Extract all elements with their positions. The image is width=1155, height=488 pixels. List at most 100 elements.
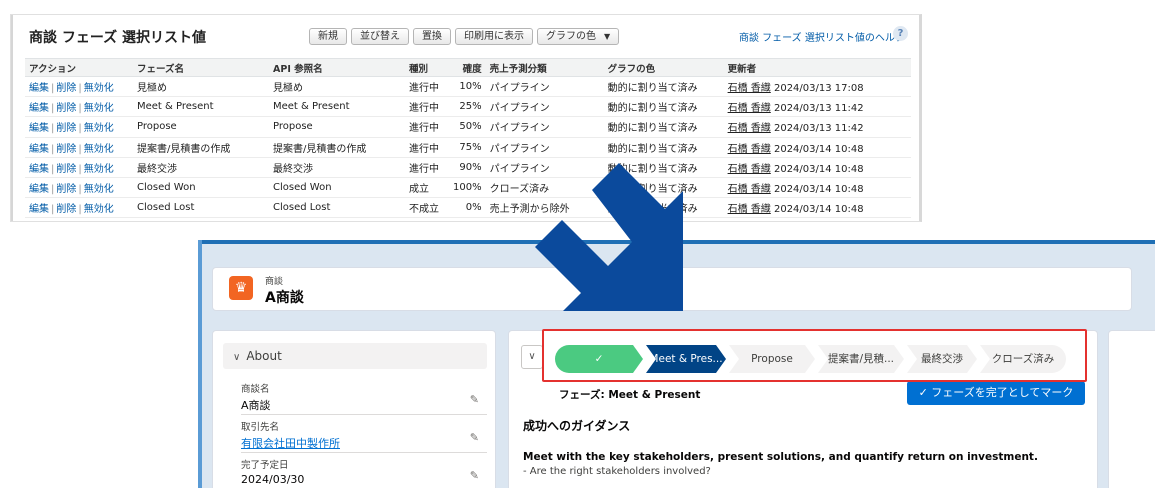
- deactivate-link[interactable]: 無効化: [84, 103, 114, 114]
- field-value: 2024/03/30: [241, 473, 305, 486]
- delete-link[interactable]: 削除: [56, 204, 76, 215]
- deactivate-link[interactable]: 無効化: [84, 83, 114, 94]
- table-row: 編集 | 削除 | 無効化 Closed Lost Closed Lost 不成立 0% 売上予測…: [25, 197, 911, 219]
- complete-button-label: フェーズを完了としてマーク: [931, 386, 1074, 399]
- field-opportunity-name: 商談名 A商談 ✎: [241, 379, 487, 415]
- forecast-cell: クローズ済み: [485, 177, 604, 199]
- modified-by-cell: 石橋 香織 2024/03/13 17:08: [723, 76, 911, 98]
- reorder-button[interactable]: 並び替え: [351, 28, 409, 45]
- details-card: ∨ About 商談名 A商談 ✎ 取引先名 有限会社田中製作所 ✎ 完了予定日 …: [212, 330, 496, 488]
- api-name-cell: Propose: [269, 116, 405, 138]
- type-cell: 進行中: [405, 157, 449, 178]
- action-separator: |: [78, 83, 82, 95]
- deactivate-link[interactable]: 無効化: [84, 164, 114, 175]
- user-link[interactable]: 石橋 香織: [728, 164, 771, 175]
- modified-date: 2024/03/14 10:48: [773, 143, 864, 155]
- col-modified-by: 更新者: [723, 58, 911, 77]
- chart-colors-label: グラフの色: [546, 31, 596, 42]
- probability-cell: 0%: [449, 197, 486, 219]
- type-cell: 不成立: [405, 197, 449, 219]
- row-actions: 編集 | 削除 | 無効化: [25, 197, 133, 219]
- edit-link[interactable]: 編集: [29, 184, 49, 195]
- account-link[interactable]: 有限会社田中製作所: [241, 435, 487, 451]
- delete-link[interactable]: 削除: [56, 144, 76, 155]
- new-button[interactable]: 新規: [309, 28, 347, 45]
- picklist-table-body: 編集 | 削除 | 無効化 見極め 見極め 進行中 10% パイプライン 動的に割り当て済み 石橋 香…: [25, 76, 911, 219]
- about-label: About: [246, 349, 282, 363]
- edit-link[interactable]: 編集: [29, 123, 49, 134]
- modified-by-cell: 石橋 香織 2024/03/13 11:42: [723, 116, 911, 138]
- user-link[interactable]: 石橋 香織: [728, 204, 771, 215]
- api-name-cell: Closed Won: [269, 177, 405, 199]
- modified-date: 2024/03/13 11:42: [773, 123, 864, 135]
- api-name-cell: Meet & Present: [269, 96, 405, 118]
- forecast-cell: パイプライン: [485, 76, 604, 98]
- chart-colors-dropdown[interactable]: グラフの色 ▼: [537, 28, 620, 45]
- probability-cell: 10%: [449, 76, 486, 98]
- api-name-cell: 最終交渉: [269, 157, 405, 178]
- delete-link[interactable]: 削除: [56, 103, 76, 114]
- modified-by-cell: 石橋 香織 2024/03/14 10:48: [723, 157, 911, 178]
- col-action: アクション: [25, 58, 133, 77]
- delete-link[interactable]: 削除: [56, 123, 76, 134]
- help-link[interactable]: 商談 フェーズ 選択リスト値のヘルプ: [739, 29, 905, 44]
- row-actions: 編集 | 削除 | 無効化: [25, 177, 133, 199]
- modified-by-cell: 石橋 香織 2024/03/14 10:48: [723, 197, 911, 219]
- chart-color-cell: 動的に割り当て済み: [603, 157, 724, 178]
- api-name-cell: 提案書/見積書の作成: [269, 137, 405, 158]
- api-name-cell: Closed Lost: [269, 197, 405, 219]
- replace-button[interactable]: 置換: [413, 28, 451, 45]
- printable-view-button[interactable]: 印刷用に表示: [455, 28, 533, 45]
- user-link[interactable]: 石橋 香織: [728, 144, 771, 155]
- action-separator: |: [78, 204, 82, 216]
- delete-link[interactable]: 削除: [56, 184, 76, 195]
- probability-cell: 25%: [449, 96, 486, 118]
- modified-date: 2024/03/14 10:48: [773, 204, 864, 216]
- edit-link[interactable]: 編集: [29, 103, 49, 114]
- deactivate-link[interactable]: 無効化: [84, 123, 114, 134]
- help-icon[interactable]: ?: [893, 26, 908, 41]
- delete-link[interactable]: 削除: [56, 164, 76, 175]
- current-phase-label: フェーズ: Meet & Present: [559, 389, 701, 401]
- delete-link[interactable]: 削除: [56, 83, 76, 94]
- forecast-cell: パイプライン: [485, 116, 604, 138]
- pencil-icon[interactable]: ✎: [470, 393, 479, 406]
- deactivate-link[interactable]: 無効化: [84, 144, 114, 155]
- user-link[interactable]: 石橋 香織: [728, 103, 771, 114]
- modified-by-cell: 石橋 香織 2024/03/13 11:42: [723, 96, 911, 118]
- col-chart-color: グラフの色: [603, 58, 724, 77]
- user-link[interactable]: 石橋 香織: [728, 83, 771, 94]
- deactivate-link[interactable]: 無効化: [84, 204, 114, 215]
- edit-link[interactable]: 編集: [29, 164, 49, 175]
- phase-name-cell: Propose: [133, 116, 269, 138]
- chart-color-cell: 動的に割り当て済み: [603, 177, 724, 199]
- type-cell: 進行中: [405, 137, 449, 158]
- user-link[interactable]: 石橋 香織: [728, 123, 771, 134]
- phase-name-cell: Meet & Present: [133, 96, 269, 118]
- action-separator: |: [51, 204, 55, 216]
- pencil-icon[interactable]: ✎: [470, 469, 479, 482]
- field-label: 完了予定日: [241, 460, 289, 471]
- crown-icon: ♛: [229, 276, 253, 300]
- toolbar: 新規 並び替え 置換 印刷用に表示 グラフの色 ▼: [309, 28, 620, 45]
- mark-phase-complete-button[interactable]: ✓ フェーズを完了としてマーク: [907, 381, 1085, 405]
- edit-link[interactable]: 編集: [29, 83, 49, 94]
- modified-by-cell: 石橋 香織 2024/03/14 10:48: [723, 177, 911, 199]
- field-label: 商談名: [241, 384, 270, 395]
- type-cell: 進行中: [405, 116, 449, 138]
- edit-link[interactable]: 編集: [29, 204, 49, 215]
- user-link[interactable]: 石橋 香織: [728, 184, 771, 195]
- about-section-toggle[interactable]: ∨ About: [223, 343, 487, 369]
- chevron-down-icon: ▼: [604, 32, 611, 41]
- type-cell: 進行中: [405, 76, 449, 98]
- collapse-toggle[interactable]: ∨: [521, 345, 543, 369]
- forecast-cell: パイプライン: [485, 137, 604, 158]
- chart-color-cell: 動的に割り当て済み: [603, 96, 724, 118]
- probability-cell: 100%: [449, 177, 486, 199]
- deactivate-link[interactable]: 無効化: [84, 184, 114, 195]
- edit-link[interactable]: 編集: [29, 144, 49, 155]
- chart-color-cell: 動的に割り当て済み: [603, 197, 724, 219]
- probability-cell: 75%: [449, 137, 486, 158]
- row-actions: 編集 | 削除 | 無効化: [25, 157, 133, 178]
- pencil-icon[interactable]: ✎: [470, 431, 479, 444]
